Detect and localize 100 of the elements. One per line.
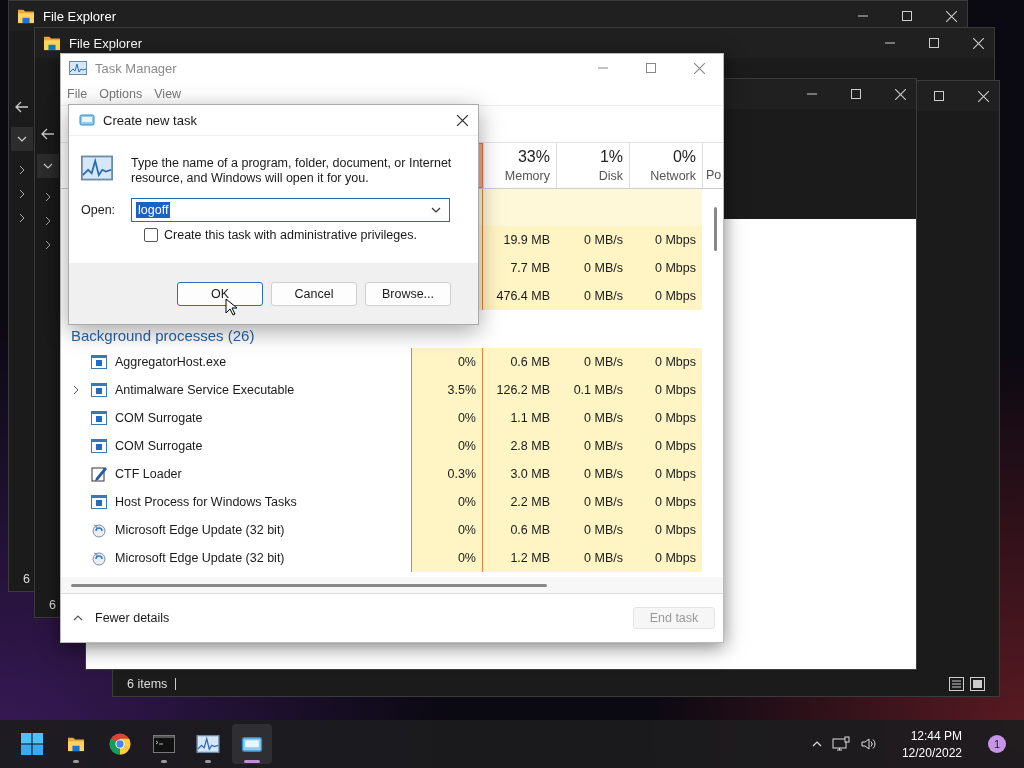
table-cell: 0 MB/s	[584, 523, 623, 537]
maximize-icon[interactable]	[934, 91, 944, 101]
dialog-title: Create new task	[103, 112, 198, 128]
table-cell: 0 MB/s	[584, 467, 623, 481]
menu-item[interactable]: View	[154, 86, 182, 101]
program-icon	[91, 410, 107, 426]
task-manager-icon	[69, 61, 87, 75]
table-cell: 0%	[457, 523, 476, 537]
table-cell: 0%	[457, 551, 476, 565]
table-cell: 0.3%	[447, 467, 476, 481]
table-cell: 7.7 MB	[510, 261, 550, 275]
folder-icon	[67, 736, 85, 752]
open-label: Open:	[81, 203, 116, 217]
column-label: Network	[650, 169, 696, 183]
process-name: AggregatorHost.exe	[115, 355, 227, 369]
program-icon	[91, 382, 107, 398]
expand-chevron-icon[interactable]	[73, 385, 79, 395]
run-icon	[241, 734, 263, 754]
table-cell: 3.5%	[447, 383, 476, 397]
update-icon	[91, 522, 107, 538]
menu-item[interactable]: Options	[99, 86, 143, 101]
dialog-button[interactable]: Cancel	[271, 281, 357, 306]
clock-date[interactable]: 12/20/2022	[901, 745, 962, 760]
start-icon	[21, 733, 43, 755]
speaker-icon[interactable]	[859, 736, 878, 752]
table-cell: 0 MB/s	[584, 355, 623, 369]
table-cell: 0 Mbps	[655, 289, 696, 303]
menu-item[interactable]: File	[67, 86, 88, 101]
program-icon	[91, 438, 107, 454]
browser-icon	[109, 733, 131, 755]
task-manager-icon	[81, 154, 113, 182]
process-name: Microsoft Edge Update (32 bit)	[115, 551, 285, 565]
table-cell: 476.4 MB	[496, 289, 550, 303]
chevron-right-icon[interactable]	[19, 189, 25, 199]
usage-percent: 1%	[599, 148, 623, 166]
column-label: Disk	[598, 169, 623, 183]
maximize-icon[interactable]	[929, 38, 939, 48]
table-cell: 0 Mbps	[655, 551, 696, 565]
table-cell: 0.6 MB	[510, 523, 550, 537]
program-icon	[91, 494, 107, 510]
table-cell: 0.1 MB/s	[573, 383, 623, 397]
usage-percent: 0%	[672, 148, 696, 166]
table-cell: 2.2 MB	[510, 495, 550, 509]
chevron-right-icon[interactable]	[19, 213, 25, 223]
task-manager-icon	[196, 735, 220, 753]
table-cell: 0 Mbps	[655, 355, 696, 369]
table-cell: 0 Mbps	[655, 439, 696, 453]
open-combo-field[interactable]: logoff	[131, 198, 450, 222]
table-cell: 0 MB/s	[584, 551, 623, 565]
table-cell: 0 MB/s	[584, 411, 623, 425]
window-title: Task Manager	[95, 60, 178, 76]
chevron-right-icon[interactable]	[19, 165, 25, 175]
table-cell: 0%	[457, 495, 476, 509]
table-cell: 0 Mbps	[655, 261, 696, 275]
table-cell: 3.0 MB	[510, 467, 550, 481]
notification-badge[interactable]: 1	[988, 735, 1006, 753]
table-cell: 0 Mbps	[655, 411, 696, 425]
process-name: COM Surrogate	[115, 439, 203, 453]
close-icon[interactable]	[457, 114, 468, 126]
chevron-down-icon[interactable]	[17, 136, 27, 142]
instruction-text: Type the name of a program, folder, document, or Internet resource, and Windows will open it for you.	[131, 156, 453, 186]
table-cell: 0 Mbps	[655, 233, 696, 247]
process-name: COM Surrogate	[115, 411, 203, 425]
column-label: Memory	[504, 169, 550, 183]
chevron-down-icon[interactable]	[43, 163, 53, 169]
chevron-right-icon[interactable]	[45, 240, 51, 250]
folder-icon	[17, 8, 35, 24]
folder-icon	[43, 35, 61, 51]
back-arrow-icon[interactable]	[15, 101, 29, 113]
table-cell: 0 MB/s	[584, 495, 623, 509]
dialog-button[interactable]: OK	[177, 281, 263, 306]
fewer-details-toggle[interactable]: Fewer details	[73, 611, 170, 625]
dropdown-caret-icon[interactable]	[431, 207, 441, 213]
table-cell: 0 MB/s	[584, 233, 623, 247]
maximize-icon[interactable]	[902, 11, 912, 21]
taskbar-button[interactable]	[232, 724, 272, 764]
maximize-icon[interactable]	[851, 89, 861, 99]
column-label: Po	[706, 168, 722, 182]
program-icon	[91, 354, 107, 370]
dialog-button[interactable]: Browse...	[365, 281, 451, 306]
process-name: Microsoft Edge Update (32 bit)	[115, 523, 285, 537]
table-cell: 0 Mbps	[655, 467, 696, 481]
chevron-right-icon[interactable]	[45, 216, 51, 226]
view-toggle-icon[interactable]	[949, 677, 985, 691]
item-count: 6	[49, 598, 56, 612]
table-cell: 0 Mbps	[655, 523, 696, 537]
section-heading: Background processes (26)	[71, 327, 255, 344]
back-arrow-icon[interactable]	[41, 128, 55, 140]
chevron-up-icon[interactable]	[73, 615, 83, 621]
network-icon[interactable]	[831, 736, 850, 752]
item-count: 6 items	[127, 677, 168, 691]
table-cell: 0%	[457, 355, 476, 369]
table-cell: 0 MB/s	[584, 289, 623, 303]
checkbox[interactable]	[144, 228, 158, 242]
clock-time[interactable]: 12:44 PM	[910, 728, 962, 743]
window-title: File Explorer	[69, 35, 143, 51]
process-name: CTF Loader	[115, 467, 182, 481]
chevron-right-icon[interactable]	[45, 192, 51, 202]
table-cell: 0%	[457, 439, 476, 453]
show-hidden-icons-icon[interactable]	[811, 741, 822, 747]
